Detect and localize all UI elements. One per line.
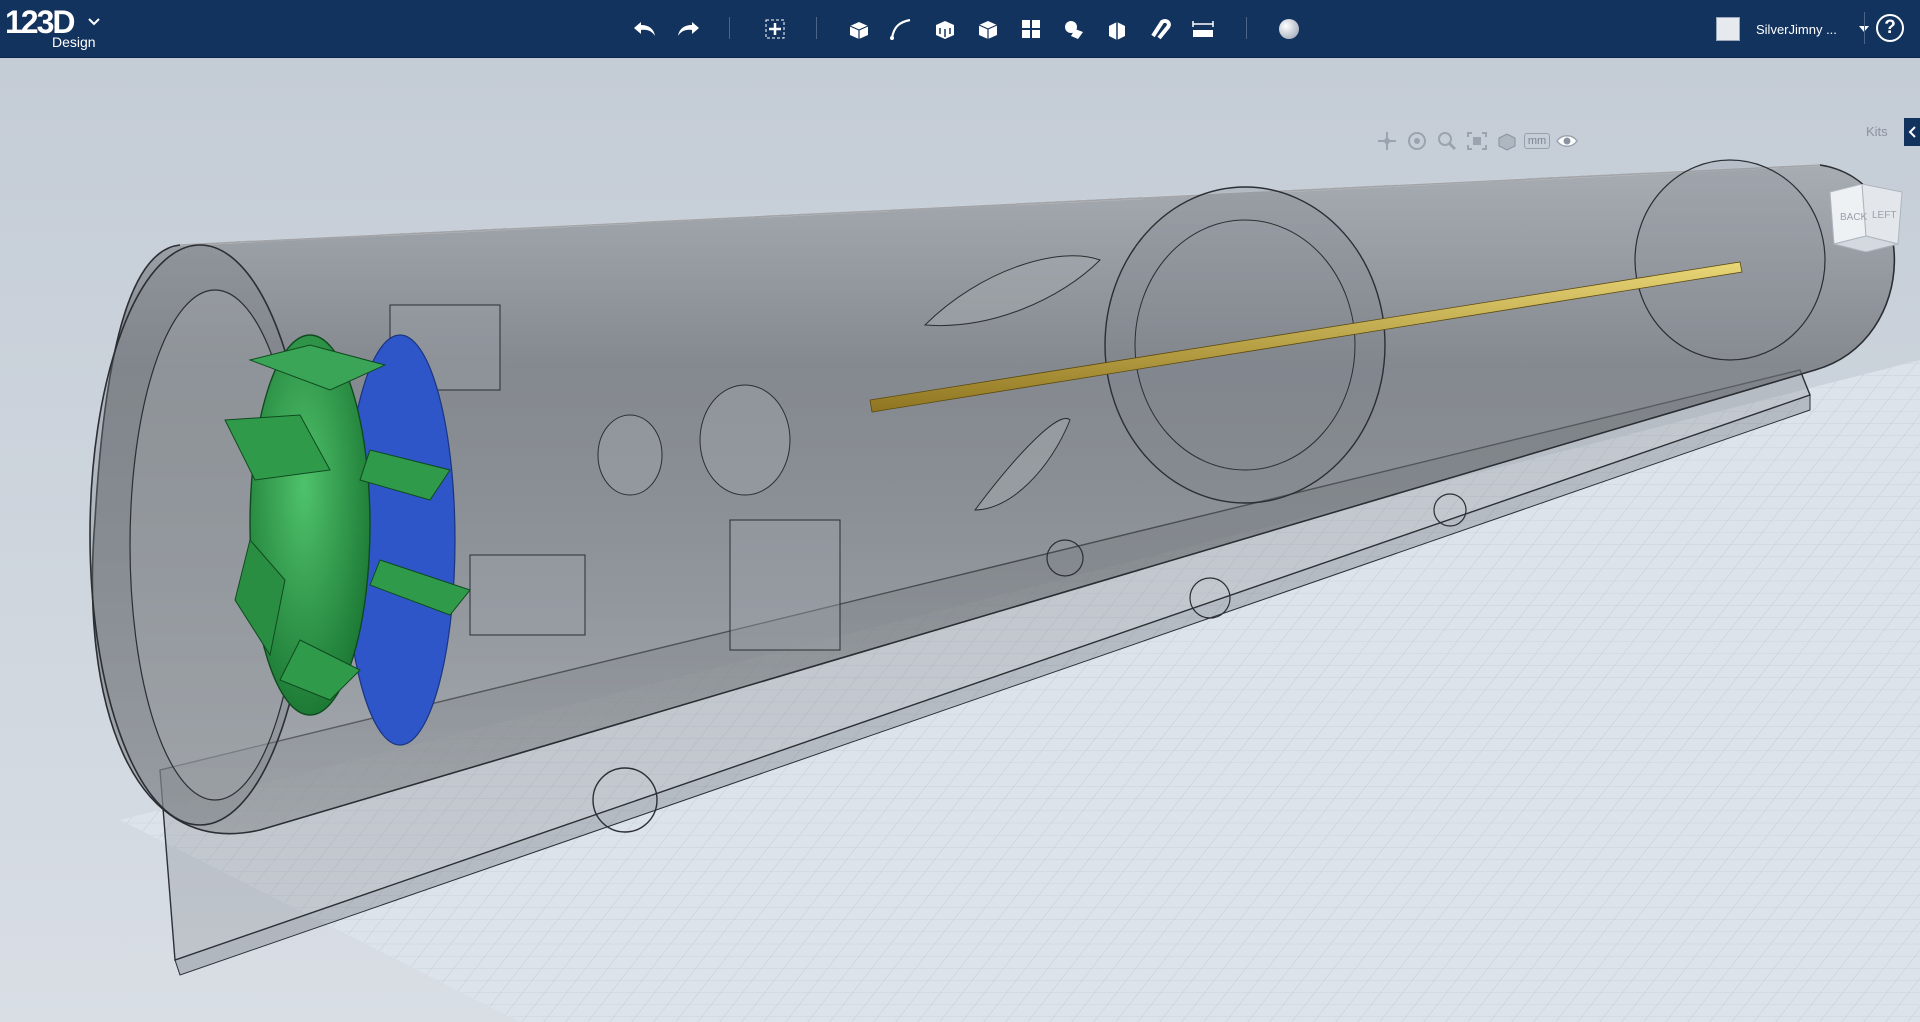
help-button[interactable]: ?: [1876, 14, 1904, 42]
view-cube-left-face: LEFT: [1872, 210, 1896, 221]
avatar: [1716, 17, 1740, 41]
grouping-button[interactable]: [1056, 11, 1092, 47]
measure-button[interactable]: [1185, 11, 1221, 47]
chevron-left-icon: [1908, 126, 1916, 138]
grouping-icon: [1065, 21, 1083, 39]
view-cube-back-face: BACK: [1840, 212, 1868, 223]
view-cube[interactable]: BACK LEFT: [1826, 184, 1906, 252]
redo-icon: [678, 22, 699, 36]
fit-icon: [1467, 132, 1487, 150]
top-toolbar: 123D Design SilverJimny ... ?: [0, 0, 1920, 58]
construct-icon: [936, 21, 954, 39]
measure-icon: [1192, 21, 1214, 37]
scene-canvas[interactable]: [0, 58, 1920, 1022]
undo-button[interactable]: [627, 11, 663, 47]
primitives-button[interactable]: [841, 11, 877, 47]
eye-icon: [1556, 135, 1578, 147]
toolbar-separator: [1246, 17, 1247, 39]
units-label: mm: [1523, 133, 1551, 149]
toolbar-separator: [729, 17, 730, 39]
pan-icon: [1378, 132, 1396, 150]
toolbar-separator: [816, 17, 817, 39]
chevron-down-icon: [88, 18, 100, 26]
transform-button[interactable]: [757, 11, 793, 47]
kits-panel-toggle[interactable]: [1904, 118, 1920, 146]
units-button[interactable]: mm: [1522, 128, 1552, 154]
pattern-icon: [1022, 20, 1040, 38]
fit-button[interactable]: [1462, 128, 1492, 154]
orbit-icon: [1408, 132, 1426, 150]
user-menu[interactable]: SilverJimny ...: [1716, 14, 1869, 44]
3d-viewport[interactable]: mm Kits BACK LEFT: [0, 58, 1920, 1022]
redo-button[interactable]: [670, 11, 706, 47]
snap-icon: [1151, 18, 1171, 40]
sketch-button[interactable]: [883, 11, 919, 47]
app-logo[interactable]: 123D Design: [5, 4, 105, 54]
primitives-icon: [849, 22, 869, 39]
transform-icon: [765, 19, 785, 39]
kits-label: Kits: [1866, 124, 1888, 139]
zoom-icon: [1438, 132, 1457, 151]
user-name: SilverJimny ...: [1756, 21, 1837, 37]
modify-button[interactable]: [970, 11, 1006, 47]
visibility-button[interactable]: [1552, 128, 1582, 154]
pattern-button[interactable]: [1013, 11, 1049, 47]
pan-button[interactable]: [1372, 128, 1402, 154]
view-mode-icon: [1498, 133, 1516, 151]
undo-icon: [634, 22, 655, 36]
combine-icon: [1109, 22, 1125, 40]
logo-word: Design: [52, 34, 96, 50]
combine-button[interactable]: [1099, 11, 1135, 47]
modify-icon: [978, 21, 998, 39]
material-button[interactable]: [1271, 11, 1307, 47]
snap-button[interactable]: [1142, 11, 1178, 47]
construct-button[interactable]: [927, 11, 963, 47]
orbit-button[interactable]: [1402, 128, 1432, 154]
zoom-button[interactable]: [1432, 128, 1462, 154]
navigation-bar: mm: [1372, 128, 1582, 154]
material-icon: [1279, 19, 1299, 39]
view-mode-button[interactable]: [1492, 128, 1522, 154]
toolbar-separator: [1864, 12, 1865, 44]
sketch-icon: [890, 18, 911, 40]
